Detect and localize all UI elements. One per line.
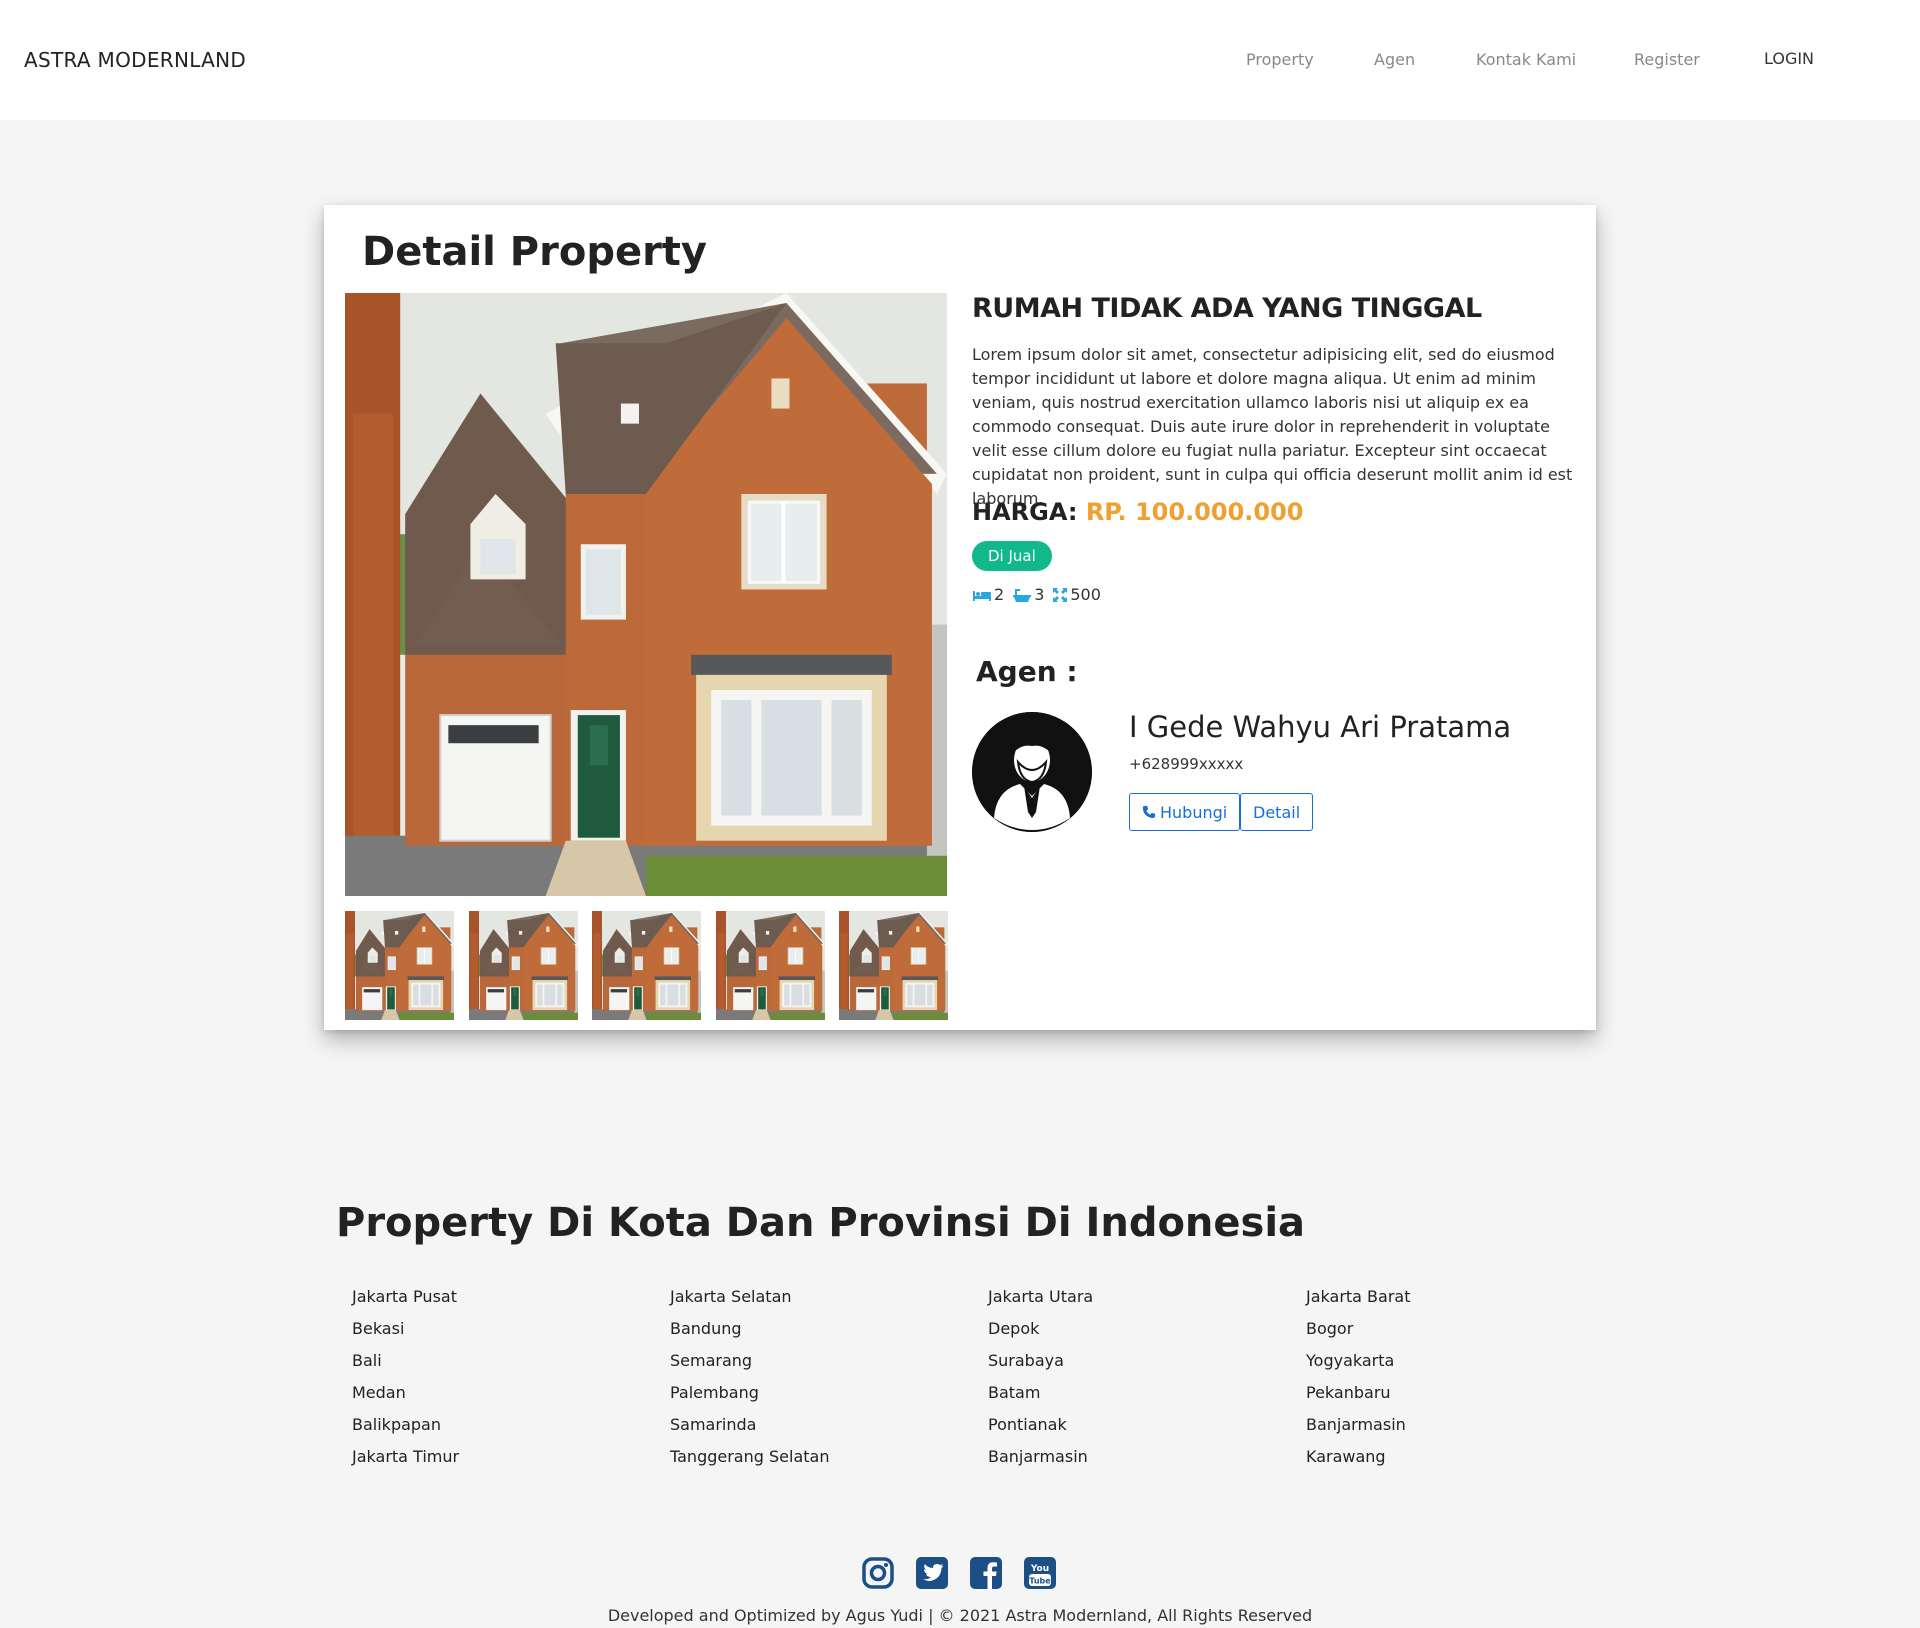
city-link[interactable]: Palembang bbox=[670, 1381, 829, 1413]
nav-link-kontak-kami[interactable]: Kontak Kami bbox=[1476, 50, 1576, 69]
main-property-image bbox=[345, 293, 947, 896]
city-link[interactable]: Batam bbox=[988, 1381, 1093, 1413]
thumbnail-4[interactable] bbox=[716, 911, 825, 1020]
facebook-icon[interactable] bbox=[970, 1557, 1002, 1589]
city-column-3: Jakarta Utara Depok Surabaya Batam Ponti… bbox=[988, 1285, 1093, 1477]
city-column-4: Jakarta Barat Bogor Yogyakarta Pekanbaru… bbox=[1306, 1285, 1411, 1477]
brand-logo[interactable]: ASTRA MODERNLAND bbox=[24, 48, 246, 72]
thumbnail-5[interactable] bbox=[839, 911, 948, 1020]
city-link[interactable]: Bali bbox=[352, 1349, 459, 1381]
page-title: Detail Property bbox=[362, 229, 707, 275]
city-link[interactable]: Banjarmasin bbox=[1306, 1413, 1411, 1445]
thumbnail-2[interactable] bbox=[469, 911, 578, 1020]
cities-section-title: Property Di Kota Dan Provinsi Di Indones… bbox=[336, 1200, 1306, 1246]
city-link[interactable]: Balikpapan bbox=[352, 1413, 459, 1445]
svg-text:You: You bbox=[1030, 1564, 1049, 1574]
bathroom-count: 3 bbox=[1034, 585, 1045, 604]
agent-phone: +628999xxxxx bbox=[1129, 755, 1244, 773]
city-link[interactable]: Jakarta Utara bbox=[988, 1285, 1093, 1317]
agent-detail-button[interactable]: Detail bbox=[1240, 793, 1314, 831]
city-link[interactable]: Banjarmasin bbox=[988, 1445, 1093, 1477]
expand-icon bbox=[1053, 587, 1068, 602]
twitter-icon[interactable] bbox=[916, 1557, 948, 1589]
city-link[interactable]: Semarang bbox=[670, 1349, 829, 1381]
city-column-1: Jakarta Pusat Bekasi Bali Medan Balikpap… bbox=[352, 1285, 459, 1477]
city-link[interactable]: Pontianak bbox=[988, 1413, 1093, 1445]
city-link[interactable]: Jakarta Pusat bbox=[352, 1285, 459, 1317]
city-link[interactable]: Yogyakarta bbox=[1306, 1349, 1411, 1381]
nav-link-agen[interactable]: Agen bbox=[1374, 50, 1415, 69]
area-size: 500 bbox=[1070, 585, 1101, 604]
property-title: RUMAH TIDAK ADA YANG TINGGAL bbox=[972, 293, 1482, 324]
city-link[interactable]: Jakarta Barat bbox=[1306, 1285, 1411, 1317]
bed-icon bbox=[973, 590, 991, 601]
city-link[interactable]: Tanggerang Selatan bbox=[670, 1445, 829, 1477]
city-column-2: Jakarta Selatan Bandung Semarang Palemba… bbox=[670, 1285, 829, 1477]
city-link[interactable]: Jakarta Timur bbox=[352, 1445, 459, 1477]
city-link[interactable]: Pekanbaru bbox=[1306, 1381, 1411, 1413]
city-link[interactable]: Depok bbox=[988, 1317, 1093, 1349]
navbar: ASTRA MODERNLAND Property Agen Kontak Ka… bbox=[0, 0, 1920, 120]
property-detail-card: Detail Property RUMAH TIDAK ADA YANG TIN… bbox=[324, 205, 1596, 1030]
price-row: HARGA: RP. 100.000.000 bbox=[972, 498, 1304, 526]
bedroom-count: 2 bbox=[994, 585, 1005, 604]
agent-heading: Agen : bbox=[976, 655, 1078, 688]
property-description: Lorem ipsum dolor sit amet, consectetur … bbox=[972, 345, 1573, 508]
contact-agent-label: Hubungi bbox=[1160, 802, 1228, 822]
login-button[interactable]: LOGIN bbox=[1764, 49, 1814, 68]
city-link[interactable]: Karawang bbox=[1306, 1445, 1411, 1477]
property-features: 2 3 500 bbox=[972, 585, 1109, 604]
phone-icon bbox=[1142, 805, 1156, 819]
city-link[interactable]: Bandung bbox=[670, 1317, 829, 1349]
city-link[interactable]: Samarinda bbox=[670, 1413, 829, 1445]
agent-avatar bbox=[972, 712, 1092, 832]
businessman-icon bbox=[972, 712, 1092, 832]
city-link[interactable]: Surabaya bbox=[988, 1349, 1093, 1381]
status-badge: Di Jual bbox=[972, 541, 1052, 571]
youtube-icon[interactable]: You Tube bbox=[1024, 1557, 1056, 1589]
city-link[interactable]: Medan bbox=[352, 1381, 459, 1413]
svg-text:Tube: Tube bbox=[1029, 1577, 1051, 1586]
thumbnail-1[interactable] bbox=[345, 911, 454, 1020]
bathtub-icon bbox=[1013, 588, 1032, 602]
nav-link-property[interactable]: Property bbox=[1246, 50, 1314, 69]
price-label: HARGA: bbox=[972, 498, 1078, 526]
nav-link-register[interactable]: Register bbox=[1634, 50, 1700, 69]
city-link[interactable]: Bogor bbox=[1306, 1317, 1411, 1349]
instagram-icon[interactable] bbox=[862, 1557, 894, 1589]
price-value: RP. 100.000.000 bbox=[1085, 498, 1304, 526]
city-link[interactable]: Jakarta Selatan bbox=[670, 1285, 829, 1317]
thumbnail-3[interactable] bbox=[592, 911, 701, 1020]
contact-agent-button[interactable]: Hubungi bbox=[1129, 793, 1241, 831]
footer-copyright: Developed and Optimized by Agus Yudi | ©… bbox=[607, 1606, 1313, 1625]
agent-name: I Gede Wahyu Ari Pratama bbox=[1129, 710, 1512, 744]
city-link[interactable]: Bekasi bbox=[352, 1317, 459, 1349]
